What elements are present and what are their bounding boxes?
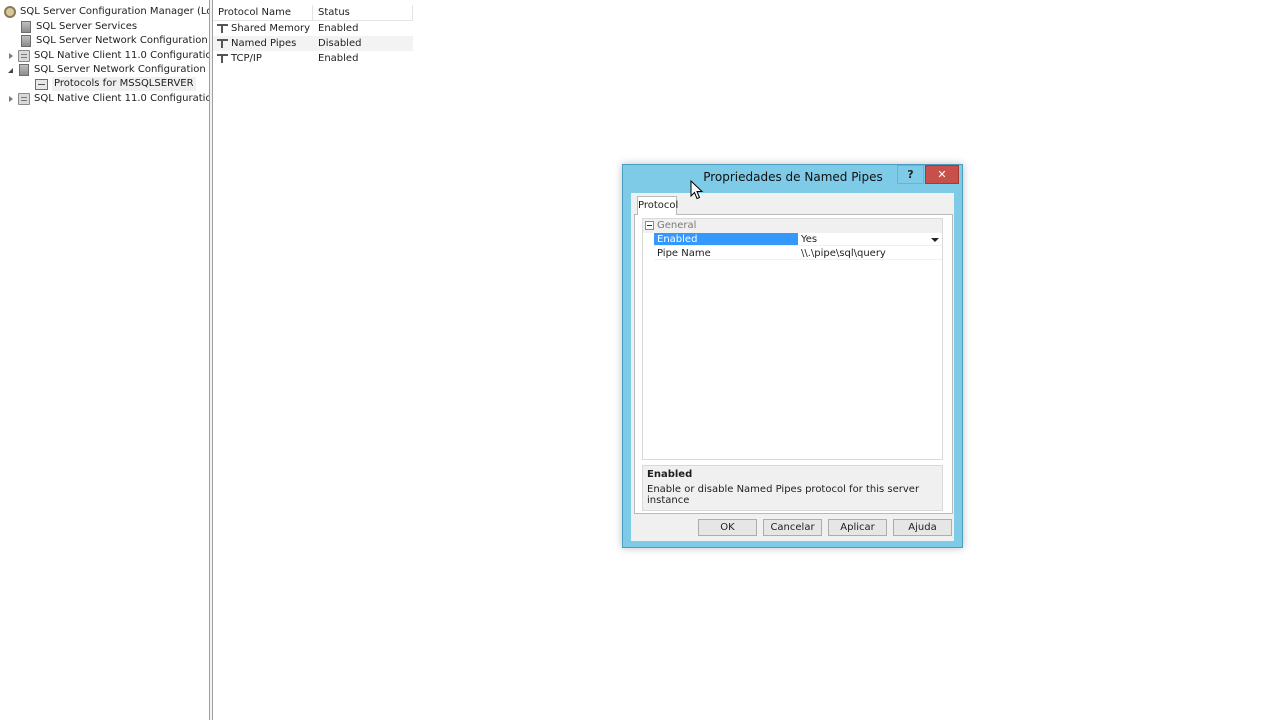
help-button[interactable]: ? (897, 165, 924, 184)
protocol-name: TCP/IP (231, 53, 262, 64)
protocol-name: Shared Memory (231, 23, 311, 34)
services-icon (21, 21, 31, 33)
property-category-general[interactable]: General (643, 219, 942, 233)
tree-item-sql-server-services[interactable]: SQL Server Services (20, 20, 137, 34)
tree-item-native-client[interactable]: SQL Native Client 11.0 Configuration (7, 92, 209, 106)
property-name[interactable]: Enabled (654, 233, 798, 246)
tree-item-network-config-32bit[interactable]: SQL Server Network Configuration (32bit (20, 34, 209, 48)
collapse-arrow-icon[interactable] (7, 66, 15, 74)
network-config-icon (19, 64, 29, 76)
tree-item-label: SQL Native Client 11.0 Configuration (32… (34, 50, 209, 61)
tree-item-label: SQL Server Network Configuration (32bit (36, 35, 209, 46)
tree-item-native-client-32bit[interactable]: SQL Native Client 11.0 Configuration (32… (7, 49, 209, 63)
console-tree: SQL Server Configuration Manager (Local)… (0, 0, 209, 720)
property-description: Enabled Enable or disable Named Pipes pr… (642, 465, 943, 511)
mouse-cursor-icon (690, 180, 704, 200)
protocol-icon (217, 24, 228, 33)
tree-item-label: SQL Server Network Configuration (34, 64, 206, 75)
network-config-icon (21, 35, 31, 47)
description-title: Enabled (647, 469, 693, 480)
tree-item-protocols-mssqlserver[interactable]: Protocols for MSSQLSERVER (35, 77, 196, 91)
expand-arrow-icon[interactable] (7, 52, 15, 60)
property-value: Yes (801, 234, 818, 245)
protocol-status: Enabled (318, 53, 359, 64)
help-dialog-button[interactable]: Ajuda (893, 519, 952, 536)
native-client-icon (18, 93, 30, 105)
server-config-icon (4, 6, 16, 18)
dropdown-arrow-icon[interactable] (928, 233, 941, 246)
list-header: Protocol Name Status (213, 5, 413, 21)
tree-item-label: SQL Server Configuration Manager (Local) (20, 6, 209, 17)
tree-item-config-manager[interactable]: SQL Server Configuration Manager (Local) (4, 5, 209, 19)
properties-dialog: Propriedades de Named Pipes ? ✕ Protocol… (622, 164, 963, 548)
description-text: Enable or disable Named Pipes protocol f… (647, 484, 920, 506)
dialog-client-area: Protocol General Enabled Yes Pipe Name \… (631, 193, 954, 541)
column-header-protocol-name[interactable]: Protocol Name (213, 5, 313, 21)
list-row[interactable]: Shared Memory Enabled (213, 21, 413, 36)
list-row[interactable]: Named Pipes Disabled (213, 36, 413, 51)
column-header-status[interactable]: Status (313, 5, 413, 21)
property-value[interactable]: \\.\pipe\sql\query (799, 247, 942, 260)
property-grid: General Enabled Yes Pipe Name \\.\pipe\s… (642, 218, 943, 460)
tree-item-label: Protocols for MSSQLSERVER (52, 77, 196, 91)
property-name[interactable]: Pipe Name (654, 247, 798, 260)
collapse-box-icon[interactable] (645, 221, 654, 230)
protocol-status: Disabled (318, 38, 362, 49)
protocol-icon (217, 54, 228, 63)
tab-protocol[interactable]: Protocol (637, 196, 678, 215)
tree-item-label: SQL Server Services (36, 21, 138, 32)
dialog-titlebar[interactable]: Propriedades de Named Pipes ? ✕ (623, 165, 962, 191)
cancel-button[interactable]: Cancelar (763, 519, 822, 536)
tree-item-label: SQL Native Client 11.0 Configuration (34, 93, 209, 104)
property-value-dropdown[interactable]: Yes (799, 233, 942, 246)
property-row-pipe-name[interactable]: Pipe Name \\.\pipe\sql\query (643, 247, 942, 261)
protocol-icon (217, 39, 228, 48)
protocol-name: Named Pipes (231, 38, 297, 49)
ok-button[interactable]: OK (698, 519, 757, 536)
apply-button[interactable]: Aplicar (828, 519, 887, 536)
expand-arrow-icon[interactable] (7, 95, 15, 103)
list-row[interactable]: TCP/IP Enabled (213, 51, 413, 66)
protocols-icon (35, 78, 48, 90)
native-client-icon (18, 50, 30, 62)
category-label: General (657, 220, 697, 231)
tree-item-network-config[interactable]: SQL Server Network Configuration (7, 63, 206, 77)
protocol-status: Enabled (318, 23, 359, 34)
property-row-enabled[interactable]: Enabled Yes (643, 233, 942, 247)
close-button[interactable]: ✕ (925, 165, 959, 184)
tab-page-protocol: General Enabled Yes Pipe Name \\.\pipe\s… (634, 214, 953, 514)
